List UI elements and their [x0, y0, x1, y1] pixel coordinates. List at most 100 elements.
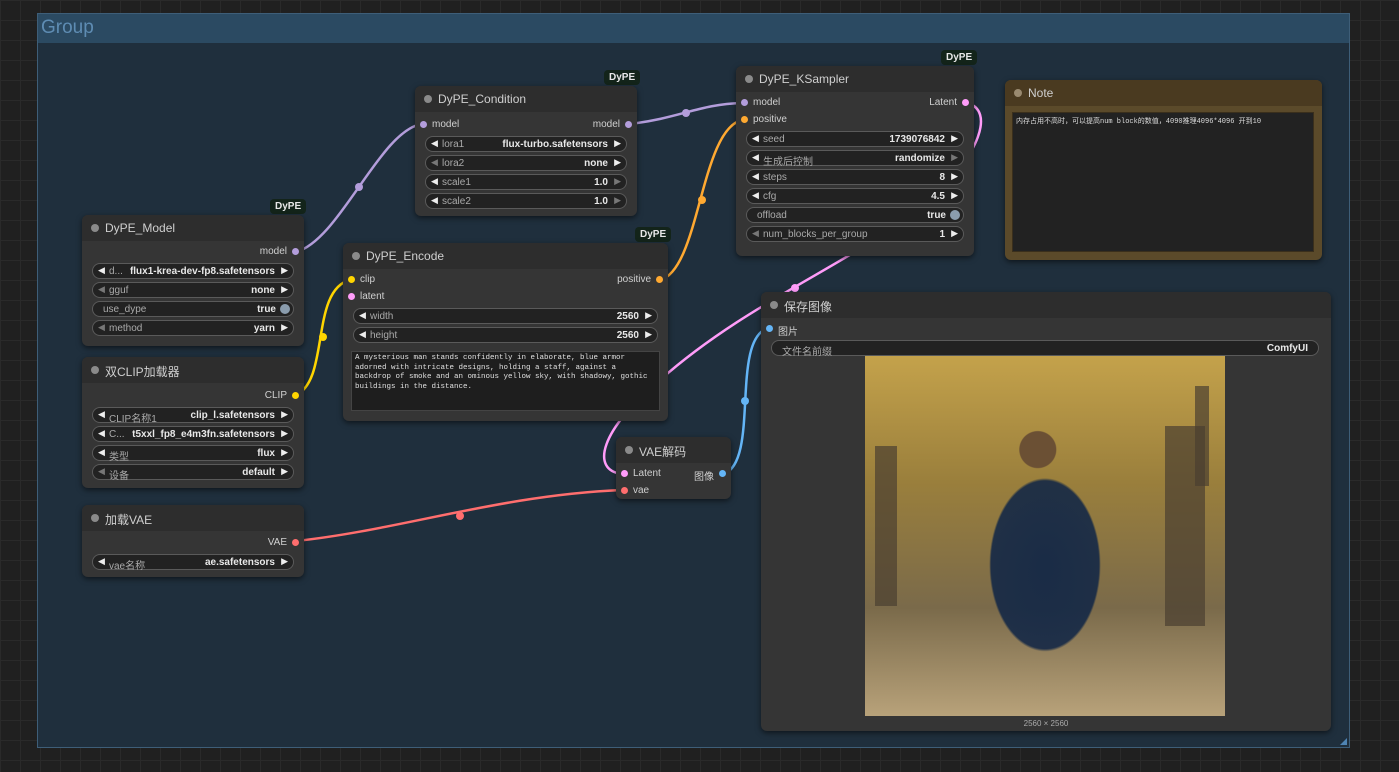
output-socket-image[interactable]	[719, 470, 726, 477]
widget-vae-name[interactable]: ◀ vae名称 ae.safetensors ▶	[92, 554, 294, 572]
widget-scale1[interactable]: ◀ scale1 1.0 ▶	[425, 174, 627, 190]
arrow-right-icon[interactable]: ▶	[645, 310, 652, 321]
toggle-knob-icon[interactable]	[280, 304, 290, 314]
node-header[interactable]: DyPE_Encode	[343, 243, 668, 269]
widget-control-after-generate[interactable]: ◀ 生成后控制 randomize ▶	[746, 150, 964, 168]
arrow-right-icon[interactable]: ▶	[281, 466, 288, 477]
node-header[interactable]: 加载VAE	[82, 505, 304, 531]
node-header[interactable]: DyPE_KSampler	[736, 66, 974, 92]
arrow-right-icon[interactable]: ▶	[951, 171, 958, 182]
input-socket-vae[interactable]	[621, 487, 628, 494]
node-dype-model[interactable]: DyPE_Model model ◀ d... flux1-krea-dev-f…	[82, 215, 304, 346]
node-header[interactable]: 双CLIP加载器	[82, 357, 304, 383]
node-dual-clip-loader[interactable]: 双CLIP加载器 CLIP ◀ CLIP名称1 clip_l.safetenso…	[82, 357, 304, 488]
arrow-right-icon[interactable]: ▶	[281, 428, 288, 439]
node-vae-decode[interactable]: VAE解码 Latent 图像 vae	[616, 437, 731, 499]
arrow-left-icon[interactable]: ◀	[359, 329, 366, 340]
node-header[interactable]: Note	[1005, 80, 1322, 106]
arrow-left-icon[interactable]: ◀	[752, 171, 759, 182]
output-socket-vae[interactable]	[292, 539, 299, 546]
collapse-dot-icon[interactable]	[770, 301, 778, 309]
node-dype-condition[interactable]: DyPE_Condition model model ◀ lora1 flux-…	[415, 86, 637, 216]
widget-height[interactable]: ◀ height 2560 ▶	[353, 327, 658, 343]
arrow-right-icon[interactable]: ▶	[951, 133, 958, 144]
arrow-left-icon[interactable]: ◀	[98, 409, 105, 420]
widget-clip-name-2[interactable]: ◀ C... t5xxl_fp8_e4m3fn.safetensors ▶	[92, 426, 294, 442]
collapse-dot-icon[interactable]	[625, 446, 633, 454]
output-socket-model[interactable]	[292, 248, 299, 255]
node-header[interactable]: DyPE_Model	[82, 215, 304, 241]
group-header[interactable]: Group	[38, 14, 1349, 43]
collapse-dot-icon[interactable]	[1014, 89, 1022, 97]
widget-width[interactable]: ◀ width 2560 ▶	[353, 308, 658, 324]
widget-device[interactable]: ◀ 设备 default ▶	[92, 464, 294, 482]
node-save-image[interactable]: 保存图像 图片 文件名前缀 ComfyUI 2560 × 2560	[761, 292, 1331, 731]
node-header[interactable]: 保存图像	[761, 292, 1331, 318]
arrow-left-icon[interactable]: ◀	[98, 322, 105, 333]
node-dype-encode[interactable]: DyPE_Encode clip positive latent ◀ width…	[343, 243, 668, 421]
collapse-dot-icon[interactable]	[352, 252, 360, 260]
arrow-right-icon[interactable]: ▶	[281, 556, 288, 567]
arrow-right-icon[interactable]: ▶	[281, 322, 288, 333]
widget-steps[interactable]: ◀ steps 8 ▶	[746, 169, 964, 185]
arrow-right-icon[interactable]: ▶	[281, 265, 288, 276]
output-socket-latent[interactable]	[962, 99, 969, 106]
arrow-left-icon[interactable]: ◀	[98, 466, 105, 477]
widget-gguf[interactable]: ◀ gguf none ▶	[92, 282, 294, 298]
toggle-knob-icon[interactable]	[950, 210, 960, 220]
arrow-left-icon[interactable]: ◀	[98, 284, 105, 295]
arrow-left-icon[interactable]: ◀	[752, 152, 759, 163]
arrow-right-icon[interactable]: ▶	[645, 329, 652, 340]
prompt-textarea[interactable]: A mysterious man stands confidently in e…	[351, 351, 660, 411]
arrow-left-icon[interactable]: ◀	[431, 157, 438, 168]
collapse-dot-icon[interactable]	[91, 224, 99, 232]
input-socket-latent[interactable]	[621, 470, 628, 477]
arrow-right-icon[interactable]: ▶	[281, 409, 288, 420]
widget-lora1[interactable]: ◀ lora1 flux-turbo.safetensors ▶	[425, 136, 627, 152]
node-load-vae[interactable]: 加载VAE VAE ◀ vae名称 ae.safetensors ▶	[82, 505, 304, 577]
output-image-preview[interactable]	[865, 356, 1225, 716]
widget-scale2[interactable]: ◀ scale2 1.0 ▶	[425, 193, 627, 209]
widget-dit-name[interactable]: ◀ d... flux1-krea-dev-fp8.safetensors ▶	[92, 263, 294, 279]
widget-type[interactable]: ◀ 类型 flux ▶	[92, 445, 294, 463]
arrow-right-icon[interactable]: ▶	[281, 447, 288, 458]
output-socket-model[interactable]	[625, 121, 632, 128]
arrow-left-icon[interactable]: ◀	[752, 228, 759, 239]
arrow-left-icon[interactable]: ◀	[98, 265, 105, 276]
arrow-right-icon[interactable]: ▶	[614, 138, 621, 149]
arrow-left-icon[interactable]: ◀	[431, 176, 438, 187]
arrow-right-icon[interactable]: ▶	[614, 195, 621, 206]
input-socket-latent[interactable]	[348, 293, 355, 300]
output-socket-clip[interactable]	[292, 392, 299, 399]
widget-method[interactable]: ◀ method yarn ▶	[92, 320, 294, 336]
output-socket-positive[interactable]	[656, 276, 663, 283]
arrow-left-icon[interactable]: ◀	[431, 195, 438, 206]
node-header[interactable]: VAE解码	[616, 437, 731, 463]
widget-cfg[interactable]: ◀ cfg 4.5 ▶	[746, 188, 964, 204]
arrow-left-icon[interactable]: ◀	[98, 447, 105, 458]
widget-lora2[interactable]: ◀ lora2 none ▶	[425, 155, 627, 171]
widget-filename-prefix[interactable]: 文件名前缀 ComfyUI	[771, 340, 1319, 358]
node-dype-ksampler[interactable]: DyPE_KSampler model Latent positive ◀ se…	[736, 66, 974, 256]
arrow-left-icon[interactable]: ◀	[98, 556, 105, 567]
arrow-right-icon[interactable]: ▶	[614, 176, 621, 187]
input-socket-image[interactable]	[766, 325, 773, 332]
arrow-right-icon[interactable]: ▶	[951, 228, 958, 239]
arrow-right-icon[interactable]: ▶	[281, 284, 288, 295]
node-note[interactable]: Note 内存占用不高时，可以提高num block的数值，4090推理4096…	[1005, 80, 1322, 260]
widget-num-blocks-per-group[interactable]: ◀ num_blocks_per_group 1 ▶	[746, 226, 964, 242]
collapse-dot-icon[interactable]	[91, 366, 99, 374]
widget-seed[interactable]: ◀ seed 1739076842 ▶	[746, 131, 964, 147]
collapse-dot-icon[interactable]	[745, 75, 753, 83]
input-socket-positive[interactable]	[741, 116, 748, 123]
arrow-left-icon[interactable]: ◀	[752, 133, 759, 144]
arrow-right-icon[interactable]: ▶	[951, 152, 958, 163]
collapse-dot-icon[interactable]	[424, 95, 432, 103]
widget-clip-name-1[interactable]: ◀ CLIP名称1 clip_l.safetensors ▶	[92, 407, 294, 425]
group-resize-handle[interactable]	[1340, 738, 1347, 745]
arrow-left-icon[interactable]: ◀	[359, 310, 366, 321]
input-socket-clip[interactable]	[348, 276, 355, 283]
arrow-left-icon[interactable]: ◀	[752, 190, 759, 201]
input-socket-model[interactable]	[420, 121, 427, 128]
node-header[interactable]: DyPE_Condition	[415, 86, 637, 112]
